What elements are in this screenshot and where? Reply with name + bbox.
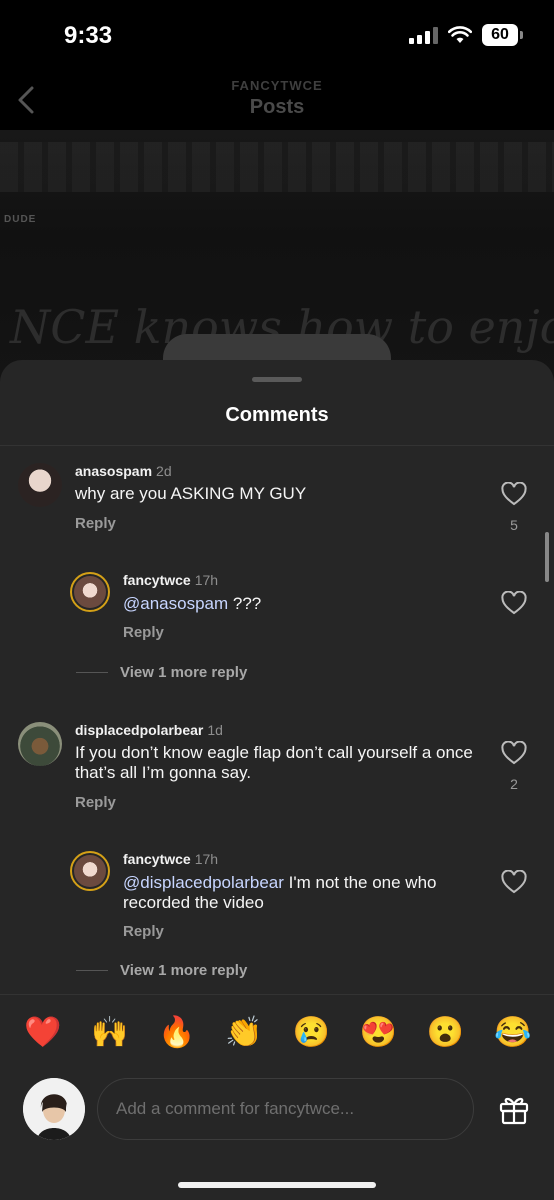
- header-title: Posts: [249, 96, 305, 118]
- header: FANCYTWCE Posts: [0, 70, 554, 130]
- cellular-signal-icon: [409, 26, 438, 44]
- emoji-heart-eyes[interactable]: 😍: [360, 1015, 397, 1050]
- emoji-tears-of-joy[interactable]: 😂: [494, 1015, 531, 1050]
- mention-link[interactable]: @anasospam: [123, 594, 228, 613]
- emoji-red-heart[interactable]: ❤️: [24, 1015, 61, 1050]
- battery-icon: 60: [482, 24, 523, 46]
- like-count: 5: [510, 517, 518, 533]
- view-more-line: [76, 970, 108, 971]
- heart-icon[interactable]: [501, 870, 527, 894]
- status-icons: 60: [409, 24, 523, 46]
- header-subtitle: FANCYTWCE: [231, 78, 323, 93]
- reply-text: @displacedpolarbear I'm not the one who …: [123, 873, 437, 912]
- reply-username[interactable]: fancytwce 17h: [123, 851, 218, 867]
- view-more-replies[interactable]: View 1 more reply: [76, 664, 247, 681]
- video-light-strip: [0, 142, 554, 192]
- comment-text: If you don’t know eagle flap don’t call …: [75, 743, 473, 782]
- view-more-line: [76, 672, 108, 673]
- battery-level: 60: [491, 26, 509, 43]
- divider: [0, 445, 554, 446]
- like-count: 2: [510, 776, 518, 792]
- emoji-reaction-row: ❤️ 🙌 🔥 👏 😢 😍 😮 😂: [0, 1015, 554, 1050]
- status-time: 9:33: [64, 22, 113, 49]
- reply-time: 17h: [194, 572, 219, 588]
- comment-username[interactable]: displacedpolarbear 1d: [75, 722, 223, 738]
- reply-username[interactable]: fancytwce 17h: [123, 572, 218, 588]
- wifi-icon: [448, 26, 472, 43]
- heart-icon[interactable]: [501, 591, 527, 615]
- emoji-clapping-hands[interactable]: 👏: [225, 1015, 262, 1050]
- gift-icon[interactable]: [497, 1092, 531, 1126]
- current-user-avatar[interactable]: [23, 1078, 85, 1140]
- comment-username[interactable]: anasospam 2d: [75, 463, 172, 479]
- video-tag: DUDE: [4, 214, 37, 225]
- scrollbar[interactable]: [545, 532, 549, 582]
- emoji-surprised-face[interactable]: 😮: [427, 1015, 464, 1050]
- reply-time: 17h: [194, 851, 219, 867]
- reply-button[interactable]: Reply: [123, 624, 164, 641]
- sheet-title: Comments: [225, 404, 329, 426]
- comment-input[interactable]: [97, 1078, 474, 1140]
- reply-button[interactable]: Reply: [75, 515, 116, 532]
- comment-time: 1d: [207, 722, 223, 738]
- comment-text: why are you ASKING MY GUY: [75, 484, 307, 503]
- avatar[interactable]: [18, 722, 62, 766]
- mention-link[interactable]: @displacedpolarbear: [123, 873, 284, 892]
- comment-time: 2d: [156, 463, 172, 479]
- comments-sheet: Comments anasospam 2d why are you ASKING …: [0, 360, 554, 1200]
- divider: [0, 994, 554, 995]
- sheet-grabber[interactable]: [252, 377, 302, 382]
- emoji-crying-face[interactable]: 😢: [293, 1015, 330, 1050]
- reply-text: @anasospam ???: [123, 594, 262, 613]
- status-bar: 9:33 60: [0, 0, 554, 70]
- emoji-raised-hands[interactable]: 🙌: [91, 1015, 128, 1050]
- heart-icon[interactable]: [501, 741, 527, 765]
- user-cartoon-icon: [23, 1078, 85, 1140]
- view-more-replies[interactable]: View 1 more reply: [76, 962, 247, 979]
- heart-icon[interactable]: [501, 482, 527, 506]
- emoji-fire[interactable]: 🔥: [158, 1015, 195, 1050]
- reply-button[interactable]: Reply: [75, 794, 116, 811]
- home-indicator: [178, 1182, 376, 1188]
- avatar[interactable]: [18, 463, 62, 507]
- reply-button[interactable]: Reply: [123, 923, 164, 940]
- avatar[interactable]: [70, 851, 110, 891]
- avatar[interactable]: [70, 572, 110, 612]
